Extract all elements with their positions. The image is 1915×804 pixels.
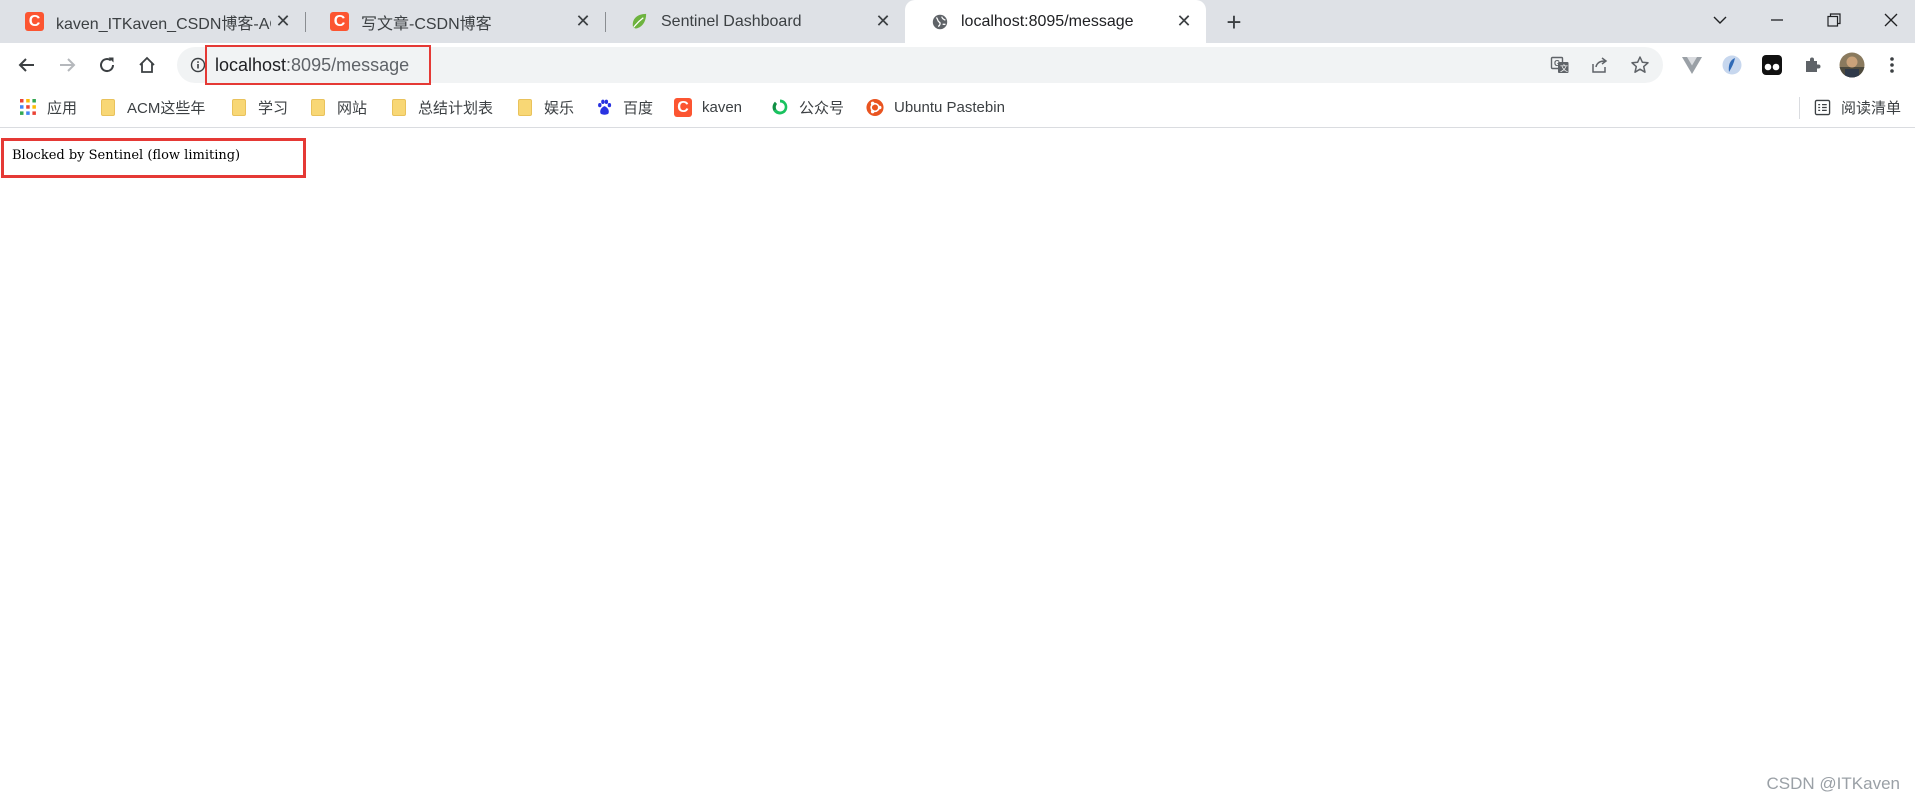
folder-icon xyxy=(390,98,408,116)
new-tab-button[interactable]: + xyxy=(1220,7,1248,37)
tab-strip: C kaven_ITKaven_CSDN博客-ACM ✕ C 写文章-CSDN博… xyxy=(0,0,1915,43)
tab-localhost-message[interactable]: localhost:8095/message ✕ xyxy=(905,0,1206,43)
star-icon[interactable] xyxy=(1628,53,1652,77)
back-arrow-icon[interactable] xyxy=(10,48,44,82)
forward-arrow-icon[interactable] xyxy=(50,48,84,82)
tab-title: 写文章-CSDN博客 xyxy=(361,15,492,33)
csdn-icon: C xyxy=(674,97,692,117)
close-icon[interactable] xyxy=(1862,0,1915,40)
csdn-icon: C xyxy=(330,12,349,31)
reading-list-button[interactable]: 阅读清单 xyxy=(1813,95,1901,119)
svg-text:文: 文 xyxy=(1560,63,1568,73)
tab-title: kaven_ITKaven_CSDN博客-ACM xyxy=(56,15,271,33)
blocked-message: Blocked by Sentinel (flow limiting) xyxy=(12,148,241,163)
bookmark-label: Ubuntu Pastebin xyxy=(894,98,1005,116)
restore-icon[interactable] xyxy=(1805,0,1862,40)
tab-close-button[interactable]: ✕ xyxy=(571,10,595,34)
more-menu-icon[interactable] xyxy=(1879,52,1905,78)
folder-icon xyxy=(516,98,534,116)
tab-sentinel-dashboard[interactable]: Sentinel Dashboard ✕ xyxy=(605,0,905,43)
tab-title: Sentinel Dashboard xyxy=(661,12,802,30)
tab-title: localhost:8095/message xyxy=(961,12,1134,30)
folder-icon xyxy=(99,98,117,116)
bookmark-label: 娱乐 xyxy=(544,99,575,117)
bookmark-folder-entertainment[interactable]: 娱乐 xyxy=(516,95,574,119)
spring-leaf-icon xyxy=(630,12,649,31)
bookmark-kaven[interactable]: C kaven xyxy=(674,95,742,119)
puzzle-icon[interactable] xyxy=(1799,52,1825,78)
globe-icon xyxy=(930,12,949,31)
chevron-down-icon[interactable] xyxy=(1691,0,1748,40)
tampermonkey-icon[interactable] xyxy=(1759,52,1785,78)
wechat-ring-icon xyxy=(771,98,789,116)
bookmark-label: 百度 xyxy=(623,99,654,117)
folder-icon xyxy=(309,98,327,116)
page-content: Blocked by Sentinel (flow limiting) CSDN… xyxy=(0,129,1915,804)
translate-icon[interactable]: G文 xyxy=(1548,53,1572,77)
address-bar[interactable]: localhost:8095/message G文 xyxy=(177,45,1663,85)
folder-icon xyxy=(230,98,248,116)
minimize-icon[interactable] xyxy=(1748,0,1805,40)
bookmark-folder-sites[interactable]: 网站 xyxy=(309,95,367,119)
bookmark-folder-acm[interactable]: ACM这些年 xyxy=(99,95,205,119)
url-host: localhost xyxy=(215,54,287,75)
tab-close-button[interactable]: ✕ xyxy=(871,10,895,34)
extension-blue-icon[interactable] xyxy=(1719,52,1745,78)
bookmark-label: 网站 xyxy=(337,99,368,117)
baidu-paw-icon xyxy=(595,98,613,116)
reading-list-label: 阅读清单 xyxy=(1841,99,1902,117)
bookmark-folder-study[interactable]: 学习 xyxy=(230,95,288,119)
bookmark-label: 总结计划表 xyxy=(418,99,494,117)
reload-icon[interactable] xyxy=(90,48,124,82)
bookmark-official-account[interactable]: 公众号 xyxy=(771,95,844,119)
tab-kaven-blog[interactable]: C kaven_ITKaven_CSDN博客-ACM ✕ xyxy=(0,0,305,43)
url-path: :8095/message xyxy=(286,54,410,75)
vue-devtools-icon[interactable] xyxy=(1679,52,1705,78)
csdn-icon: C xyxy=(25,12,44,31)
bookmarks-divider xyxy=(1799,97,1800,119)
share-icon[interactable] xyxy=(1588,53,1612,77)
bookmark-label: ACM这些年 xyxy=(127,99,206,117)
bookmark-label: 公众号 xyxy=(799,99,845,117)
bookmark-folder-plans[interactable]: 总结计划表 xyxy=(390,95,493,119)
bookmark-baidu[interactable]: 百度 xyxy=(595,95,653,119)
watermark: CSDN @ITKaven xyxy=(1766,774,1900,793)
apps-grid-icon xyxy=(19,98,37,116)
browser-toolbar: localhost:8095/message G文 xyxy=(0,43,1915,87)
tab-close-button[interactable]: ✕ xyxy=(271,10,295,34)
bookmark-apps[interactable]: 应用 xyxy=(19,95,77,119)
home-icon[interactable] xyxy=(130,48,164,82)
bookmark-ubuntu-pastebin[interactable]: Ubuntu Pastebin xyxy=(866,95,1005,119)
bookmarks-bar: 应用 ACM这些年 学习 网站 总结计划表 娱乐 百度 C kaven 公众号 xyxy=(0,87,1915,128)
bookmark-label: kaven xyxy=(702,98,743,116)
url-text[interactable]: localhost:8095/message xyxy=(205,45,431,85)
reading-list-icon xyxy=(1813,98,1831,116)
bookmark-label: 应用 xyxy=(47,99,78,117)
tab-write-article[interactable]: C 写文章-CSDN博客 ✕ xyxy=(305,0,605,43)
highlight-box: Blocked by Sentinel (flow limiting) xyxy=(1,138,306,178)
tab-close-button[interactable]: ✕ xyxy=(1172,10,1196,34)
avatar[interactable] xyxy=(1839,52,1865,78)
ubuntu-icon xyxy=(866,98,884,116)
bookmark-label: 学习 xyxy=(258,99,289,117)
